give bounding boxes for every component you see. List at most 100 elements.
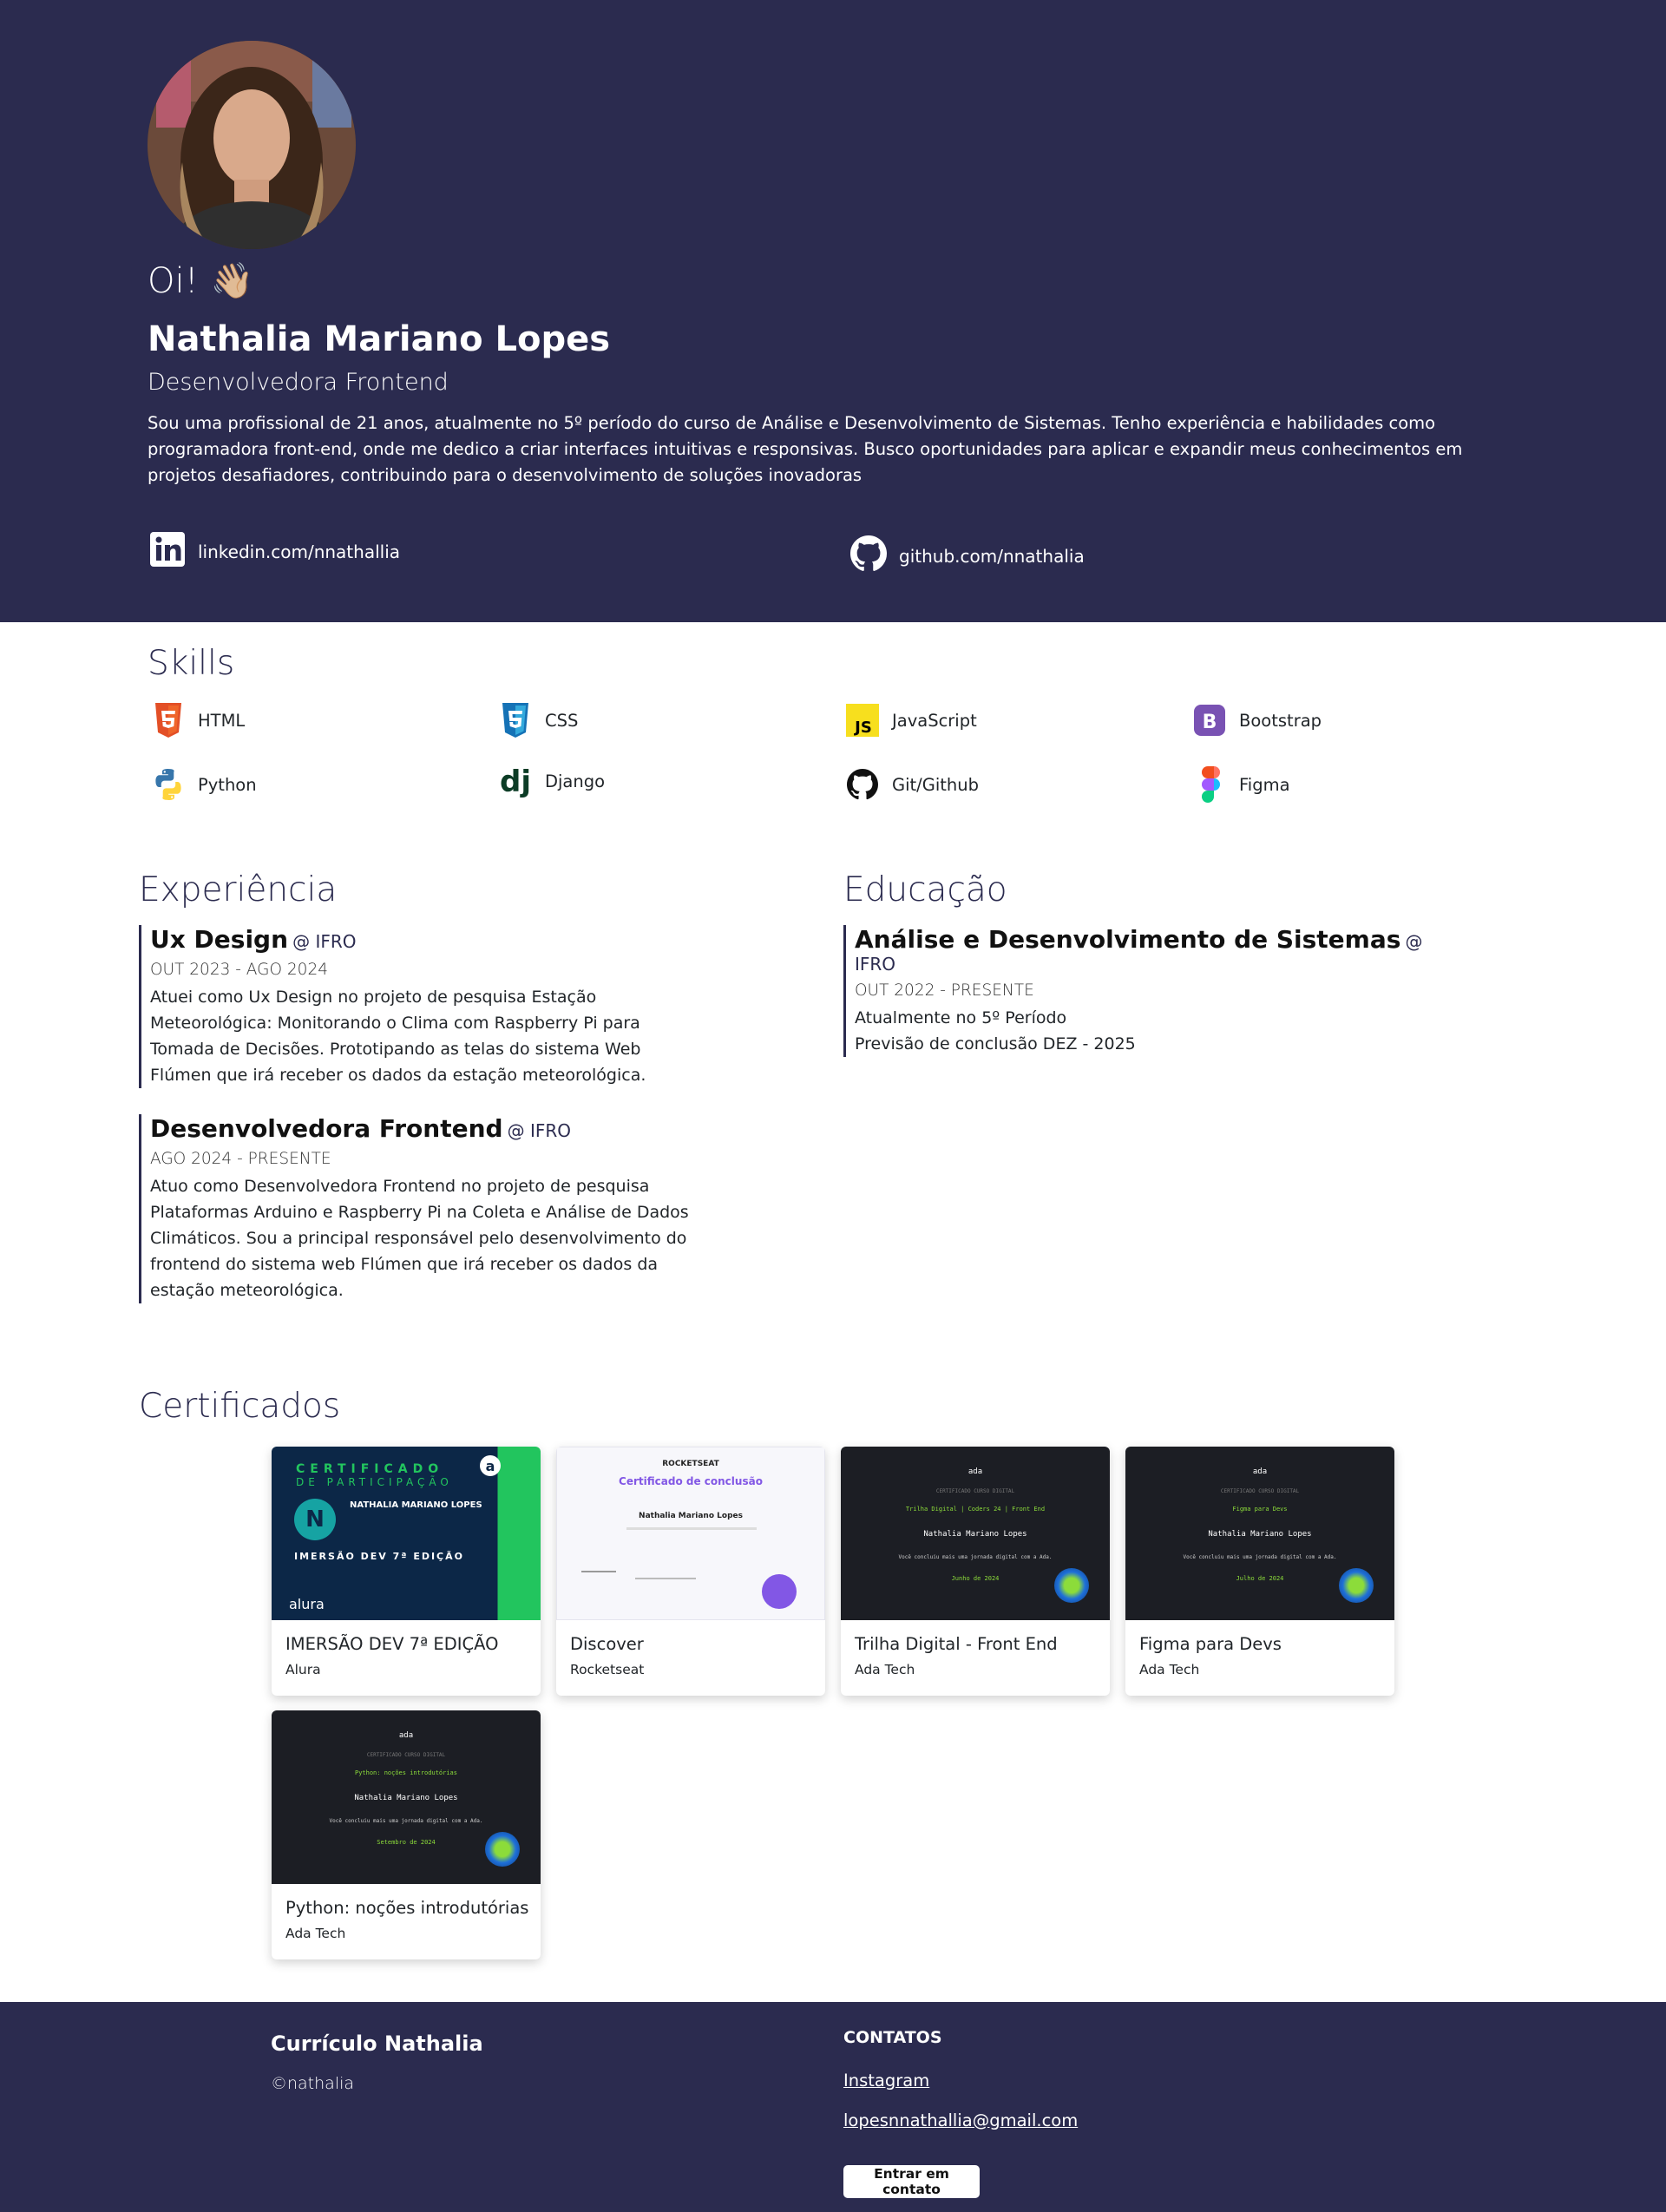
footer: Currículo Nathalia ©nathalia CONTATOS In… — [0, 2002, 1666, 2212]
education-line-2: Previsão de conclusão DEZ - 2025 — [855, 1034, 1136, 1053]
cert-heading-1: CERTIFICADO — [296, 1462, 444, 1476]
svg-text:B: B — [1203, 712, 1217, 733]
github-link[interactable]: github.com/nnathalia — [850, 535, 1085, 576]
profile-role: Desenvolvedora Frontend — [148, 369, 449, 396]
django-icon: dj — [498, 764, 533, 798]
experience-org: @ IFRO — [292, 931, 357, 952]
github-label: github.com/nnathalia — [899, 545, 1085, 567]
skill-label: HTML — [198, 710, 246, 731]
cert-header: CERTIFICADO CURSO DIGITAL — [366, 1752, 446, 1758]
linkedin-label: linkedin.com/nnathallia — [198, 541, 401, 562]
education-item: Análise e Desenvolvimento de Sistemas @ … — [843, 925, 1451, 1057]
instagram-link[interactable]: Instagram — [843, 2071, 929, 2091]
cert-course: Figma para Devs — [1232, 1506, 1288, 1513]
cert-name: Nathalia Mariano Lopes — [354, 1794, 458, 1802]
svg-text:JS: JS — [853, 719, 872, 737]
rocketseat-seal-icon — [762, 1574, 797, 1609]
cert-name: NATHALIA MARIANO LOPES — [350, 1500, 482, 1510]
bootstrap-icon: B — [1192, 703, 1227, 738]
cert-edition: IMERSÃO DEV 7ª EDIÇÃO — [294, 1551, 464, 1562]
certificate-image: ada CERTIFICADO CURSO DIGITAL Trilha Dig… — [841, 1447, 1110, 1620]
footer-contacts-title: CONTATOS — [843, 2028, 942, 2047]
certificate-title: IMERSÃO DEV 7ª EDIÇÃO — [285, 1634, 499, 1654]
certificate-issuer: Alura — [285, 1662, 321, 1677]
skill-bootstrap: B Bootstrap — [1192, 703, 1322, 738]
javascript-icon: JS — [845, 703, 880, 738]
experience-item: Ux Design @ IFRO OUT 2023 - AGO 2024 Atu… — [139, 925, 703, 1088]
skill-django: dj Django — [498, 764, 605, 798]
cert-badge: N — [294, 1499, 336, 1540]
certificate-card-alura[interactable]: CERTIFICADO DE PARTICIPAÇÃO N NATHALIA M… — [272, 1447, 541, 1696]
skill-figma: Figma — [1192, 766, 1290, 803]
experience-dates: AGO 2024 - PRESENTE — [150, 1150, 331, 1168]
certificate-title: Trilha Digital - Front End — [855, 1634, 1058, 1654]
education-title: Educação — [843, 870, 1007, 909]
cert-name: Nathalia Mariano Lopes — [1208, 1530, 1312, 1539]
css3-icon — [498, 703, 533, 738]
certificate-image: ada CERTIFICADO CURSO DIGITAL Figma para… — [1125, 1447, 1394, 1620]
certificate-image: CERTIFICADO DE PARTICIPAÇÃO N NATHALIA M… — [272, 1447, 541, 1620]
ada-logo: ada — [398, 1731, 414, 1740]
alura-logo: alura — [289, 1596, 325, 1612]
footer-brand: Currículo Nathalia — [271, 2031, 483, 2056]
github-icon — [850, 535, 887, 576]
figma-icon — [1192, 766, 1227, 803]
cert-line: Você concluiu mais uma jornada digital c… — [1183, 1554, 1337, 1560]
experience-title: Experiência — [139, 870, 338, 909]
experience-title-text: Desenvolvedora Frontend — [150, 1114, 503, 1143]
profile-name: Nathalia Mariano Lopes — [148, 319, 611, 359]
certificate-issuer: Ada Tech — [1139, 1662, 1200, 1677]
education-title-text: Análise e Desenvolvimento de Sistemas — [855, 925, 1401, 954]
certificate-issuer: Ada Tech — [285, 1926, 346, 1941]
skill-label: CSS — [545, 710, 579, 731]
ada-seal-icon — [1054, 1568, 1089, 1603]
email-link[interactable]: lopesnnathallia@gmail.com — [843, 2110, 1078, 2130]
certificate-card-python[interactable]: ada CERTIFICADO CURSO DIGITAL Python: no… — [272, 1710, 541, 1959]
skill-label: Python — [198, 774, 257, 795]
profile-bio: Sou uma profissional de 21 anos, atualme… — [148, 413, 1463, 485]
skill-label: Bootstrap — [1239, 710, 1322, 731]
cert-course: Trilha Digital | Coders 24 | Front End — [905, 1506, 1046, 1513]
skill-label: Django — [545, 771, 606, 791]
experience-description: Atuei como Ux Design no projeto de pesqu… — [150, 988, 646, 1085]
contact-button[interactable]: Entrar em contato — [843, 2165, 980, 2198]
footer-copyright: ©nathalia — [271, 2074, 355, 2093]
skill-python: Python — [151, 767, 257, 802]
ada-logo: ada — [967, 1467, 983, 1476]
certificate-image: ada CERTIFICADO CURSO DIGITAL Python: no… — [272, 1710, 541, 1884]
cert-header: CERTIFICADO CURSO DIGITAL — [1220, 1488, 1300, 1494]
skill-label: Figma — [1239, 774, 1290, 795]
cert-name: Nathalia Mariano Lopes — [639, 1512, 743, 1520]
python-icon — [151, 767, 186, 802]
skill-label: Git/Github — [892, 774, 980, 795]
cert-header: CERTIFICADO CURSO DIGITAL — [935, 1488, 1015, 1494]
certificate-card-figma-para-devs[interactable]: ada CERTIFICADO CURSO DIGITAL Figma para… — [1125, 1447, 1394, 1696]
certificate-title: Python: noções introdutórias — [285, 1898, 529, 1918]
cert-course: Python: noções introdutórias — [354, 1769, 457, 1776]
hero-section: Oi! 👋🏼 Nathalia Mariano Lopes Desenvolve… — [0, 0, 1666, 622]
cert-heading-2: DE PARTICIPAÇÃO — [296, 1476, 453, 1488]
certificates-title: Certificados — [139, 1387, 341, 1426]
rocketseat-logo: ROCKETSEAT — [662, 1460, 719, 1468]
linkedin-link[interactable]: linkedin.com/nnathallia — [149, 531, 400, 572]
linkedin-icon — [149, 531, 186, 572]
ada-logo: ada — [1252, 1467, 1268, 1476]
skill-git: Git/Github — [845, 767, 979, 802]
certificate-image: ROCKETSEAT Certificado de conclusão Nath… — [556, 1447, 825, 1620]
certificate-card-trilha-digital[interactable]: ada CERTIFICADO CURSO DIGITAL Trilha Dig… — [841, 1447, 1110, 1696]
certificate-card-rocketseat[interactable]: ROCKETSEAT Certificado de conclusão Nath… — [556, 1447, 825, 1696]
experience-dates: OUT 2023 - AGO 2024 — [150, 961, 328, 979]
waving-hand-icon: 👋🏼 — [210, 261, 254, 301]
education-dates: OUT 2022 - PRESENTE — [855, 981, 1034, 1000]
certificate-issuer: Rocketseat — [570, 1662, 645, 1677]
github-icon — [845, 767, 880, 802]
certificate-title: Figma para Devs — [1139, 1634, 1282, 1654]
skill-css: CSS — [498, 703, 578, 738]
cert-name: Nathalia Mariano Lopes — [923, 1530, 1027, 1539]
experience-description: Atuo como Desenvolvedora Frontend no pro… — [150, 1177, 689, 1300]
ada-seal-icon — [485, 1832, 520, 1867]
svg-text:dj: dj — [500, 765, 531, 798]
education-line-1: Atualmente no 5º Período — [855, 1008, 1067, 1027]
ada-seal-icon — [1339, 1568, 1374, 1603]
cert-line: Você concluiu mais uma jornada digital c… — [329, 1818, 483, 1824]
